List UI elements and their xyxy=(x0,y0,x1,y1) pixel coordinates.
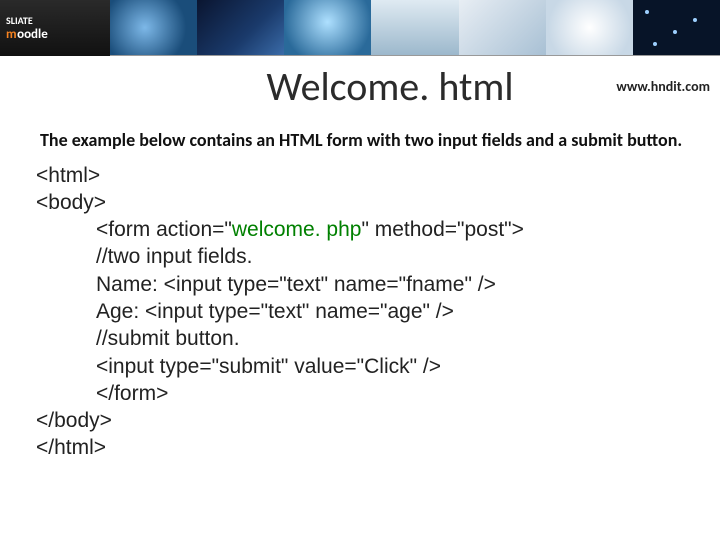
banner-tile xyxy=(371,0,458,55)
page-title: Welcome. html xyxy=(266,62,513,111)
banner-logo: SLIATE moodle xyxy=(0,0,110,56)
code-line: Age: <input type="text" name="age" /> xyxy=(36,298,700,325)
banner-tiles xyxy=(110,0,720,55)
banner-tile xyxy=(197,0,284,55)
site-url: www.hndit.com xyxy=(616,78,710,95)
code-line: </html> xyxy=(36,434,700,461)
logo-brand-m: m xyxy=(6,27,17,42)
code-line: </form> xyxy=(36,380,700,407)
title-row: Welcome. html www.hndit.com xyxy=(0,62,720,111)
slide: SLIATE moodle Welcome. html www.hndit.co… xyxy=(0,0,720,540)
code-block: <html> <body> <form action="welcome. php… xyxy=(36,162,700,462)
banner-tile xyxy=(546,0,633,55)
banner-strip: SLIATE moodle xyxy=(0,0,720,56)
code-text: " method="post"> xyxy=(361,218,523,241)
description-text: The example below contains an HTML form … xyxy=(20,129,700,152)
code-line: <form action="welcome. php" method="post… xyxy=(36,216,700,243)
code-line: Name: <input type="text" name="fname" /> xyxy=(36,271,700,298)
logo-brand-oodle: oodle xyxy=(17,27,48,42)
code-line: <html> xyxy=(36,162,700,189)
banner-tile xyxy=(633,0,720,55)
code-line: </body> xyxy=(36,407,700,434)
banner-tile xyxy=(284,0,371,55)
code-highlight: welcome. php xyxy=(232,218,362,241)
code-line: <input type="submit" value="Click" /> xyxy=(36,353,700,380)
code-line: //submit button. xyxy=(36,325,700,352)
code-line: <body> xyxy=(36,189,700,216)
logo-top-text: SLIATE xyxy=(6,14,110,27)
banner-tile xyxy=(110,0,197,55)
banner-tile xyxy=(459,0,546,55)
code-line: //two input fields. xyxy=(36,243,700,270)
code-text: <form action=" xyxy=(96,218,232,241)
logo-brand: moodle xyxy=(6,27,110,42)
